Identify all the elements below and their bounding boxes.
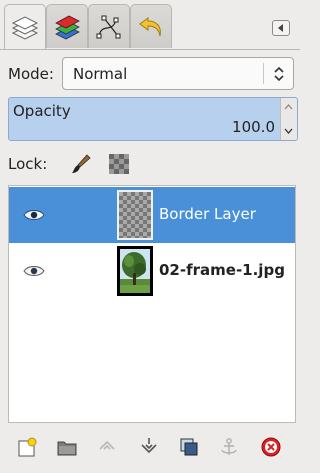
- delete-layer-icon: [261, 437, 281, 457]
- tree-photo-icon: [120, 249, 150, 293]
- opacity-value: 100.0: [232, 118, 275, 136]
- layer-row[interactable]: Border Layer: [9, 187, 295, 243]
- duplicate-layer-button[interactable]: [176, 434, 202, 460]
- paintbrush-icon: [72, 154, 91, 173]
- mode-select[interactable]: Normal: [62, 57, 294, 90]
- visibility-eye-icon[interactable]: [23, 263, 45, 279]
- raise-layer-button[interactable]: [94, 434, 120, 460]
- mode-select-separator: [263, 63, 264, 84]
- layer-row[interactable]: 02-frame-1.jpg: [9, 243, 295, 299]
- new-layer-group-icon: [57, 441, 77, 456]
- lock-alpha-button[interactable]: [108, 153, 130, 175]
- raise-layer-icon: [99, 440, 115, 450]
- layer-name[interactable]: 02-frame-1.jpg: [159, 261, 285, 279]
- photo-thumbnail-image: [120, 249, 150, 293]
- tab-divider: [0, 49, 300, 50]
- tab-layers[interactable]: [4, 4, 46, 50]
- dock-tab-bar: [0, 0, 300, 50]
- layer-name[interactable]: Border Layer: [159, 205, 256, 223]
- undo-history-icon: [139, 16, 161, 36]
- visibility-eye-icon[interactable]: [23, 207, 45, 223]
- opacity-spin-buttons: [280, 98, 297, 140]
- new-layer-icon: [18, 437, 37, 457]
- tab-menu-button[interactable]: [272, 20, 290, 36]
- anchor-layer-icon: [221, 438, 237, 455]
- mode-label: Mode:: [8, 65, 54, 83]
- lower-layer-icon: [141, 438, 157, 454]
- chevron-up-icon[interactable]: [284, 104, 293, 110]
- opacity-label: Opacity: [13, 102, 71, 120]
- lower-layer-button[interactable]: [136, 434, 162, 460]
- tab-channels[interactable]: [46, 4, 88, 48]
- layers-list[interactable]: Border Layer 02-frame-1.jpg: [8, 185, 296, 423]
- opacity-spinscale[interactable]: Opacity 100.0: [8, 97, 298, 141]
- layers-icon: [11, 15, 39, 40]
- lock-label: Lock:: [8, 155, 48, 173]
- mode-value: Normal: [73, 65, 128, 83]
- chevron-down-icon[interactable]: [284, 128, 293, 134]
- layer-thumbnail: [117, 190, 153, 240]
- tab-undo-history[interactable]: [130, 4, 172, 48]
- new-layer-button[interactable]: [14, 434, 40, 460]
- delete-layer-button[interactable]: [258, 434, 284, 460]
- new-layer-group-button[interactable]: [54, 434, 80, 460]
- paths-icon: [96, 15, 121, 38]
- lock-row: Lock:: [8, 151, 292, 177]
- duplicate-layer-icon: [180, 438, 198, 456]
- alpha-checker-icon: [109, 154, 129, 174]
- tab-paths[interactable]: [88, 4, 130, 48]
- anchor-layer-button[interactable]: [216, 434, 242, 460]
- mode-row: Mode: Normal: [8, 57, 294, 90]
- up-down-arrows-icon: [274, 66, 284, 82]
- channels-icon: [55, 15, 80, 39]
- layers-bottom-toolbar: [0, 428, 300, 468]
- lock-pixels-button[interactable]: [70, 153, 92, 175]
- triangle-left-icon: [278, 24, 283, 32]
- layer-thumbnail: [117, 246, 153, 296]
